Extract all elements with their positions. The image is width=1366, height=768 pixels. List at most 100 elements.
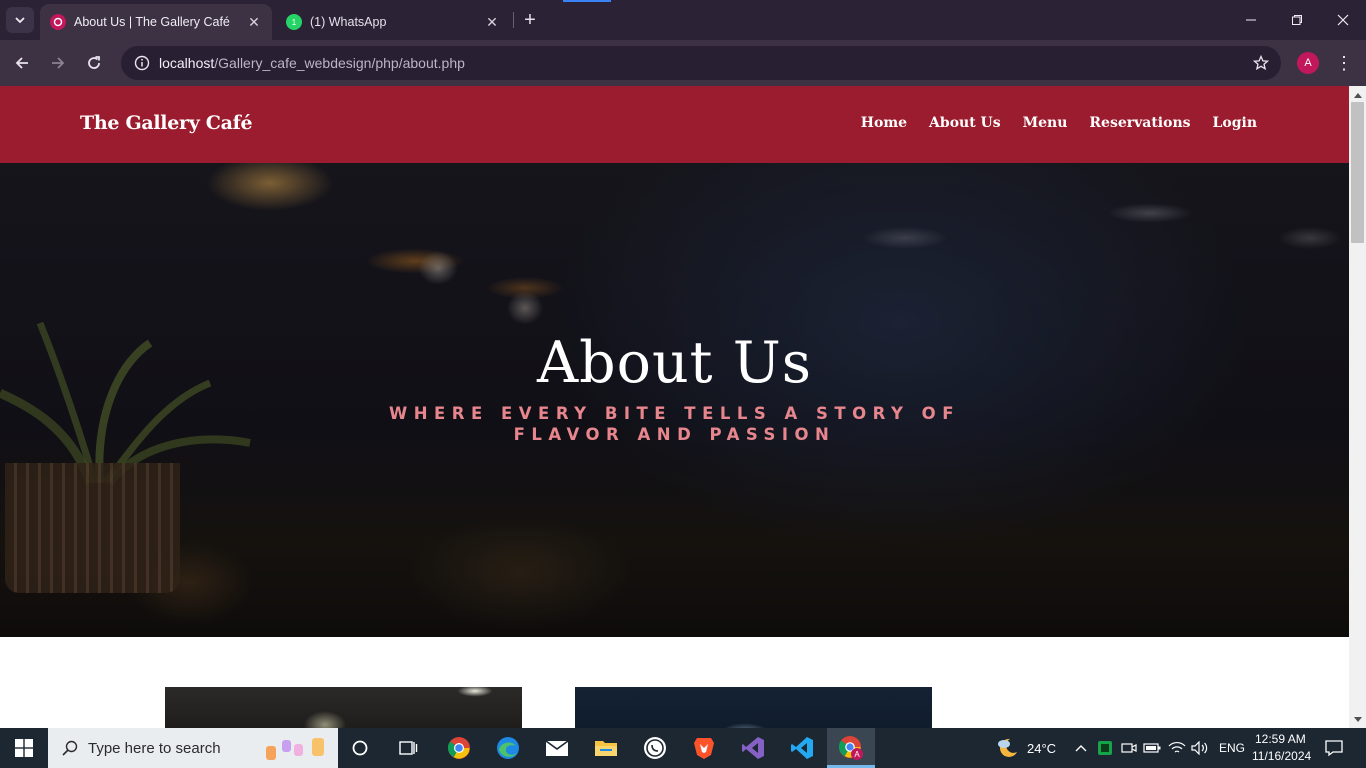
restore-icon	[1292, 15, 1302, 25]
close-icon	[1337, 14, 1349, 26]
cortana-button[interactable]	[345, 733, 375, 763]
action-center-button[interactable]	[1319, 733, 1349, 763]
weather-temperature[interactable]: 24°C	[1027, 741, 1056, 756]
tab-strip-accent	[563, 0, 611, 2]
whatsapp-icon	[644, 737, 666, 759]
taskbar-chrome[interactable]	[444, 733, 474, 763]
forward-button[interactable]	[44, 49, 72, 77]
close-tab-icon[interactable]: ✕	[484, 14, 500, 30]
search-placeholder: Type here to search	[88, 739, 221, 757]
windows-logo-icon	[15, 739, 33, 757]
restore-button[interactable]	[1274, 0, 1320, 40]
chrome-icon	[447, 737, 470, 759]
arrow-right-icon	[52, 57, 65, 69]
taskbar-visual-studio[interactable]	[738, 733, 768, 763]
reload-icon	[88, 56, 100, 69]
whatsapp-icon: 1	[286, 14, 302, 30]
back-button[interactable]	[8, 49, 36, 77]
taskbar-file-explorer[interactable]	[591, 733, 621, 763]
scroll-down-arrow-icon[interactable]	[1353, 715, 1362, 724]
wifi-icon	[1168, 742, 1186, 753]
about-image-2	[575, 687, 932, 728]
about-image-1	[165, 687, 522, 728]
hero-subtitle: WHERE EVERY BITE TELLS A STORY OF FLAVOR…	[389, 404, 960, 444]
task-view-icon	[399, 741, 418, 755]
chevron-up-icon	[1075, 745, 1087, 752]
close-window-button[interactable]	[1320, 0, 1366, 40]
url-host: localhost	[159, 55, 215, 71]
nav-home[interactable]: Home	[861, 115, 907, 131]
camera-icon	[1121, 743, 1137, 753]
browser-toolbar: localhost/Gallery_cafe_webdesign/php/abo…	[0, 40, 1366, 86]
start-button[interactable]	[0, 728, 48, 768]
page-scrollbar[interactable]	[1349, 86, 1366, 728]
search-highlight-lanterns-icon	[266, 738, 324, 760]
nav-about-us[interactable]: About Us	[929, 115, 1001, 131]
svg-text:1: 1	[292, 18, 297, 27]
reload-button[interactable]	[80, 49, 108, 77]
site-nav: Home About Us Menu Reservations Login	[861, 115, 1257, 131]
hero-content: About Us WHERE EVERY BITE TELLS A STORY …	[0, 331, 1349, 445]
weather-moon-cloud-icon	[998, 738, 1017, 757]
taskbar-search[interactable]: Type here to search	[48, 728, 338, 768]
taskbar-whatsapp[interactable]	[640, 733, 670, 763]
taskbar-chrome-profile[interactable]: A	[836, 733, 866, 763]
tab-separator	[513, 12, 514, 28]
task-view-button[interactable]	[393, 733, 423, 763]
search-icon	[62, 740, 78, 756]
green-app-tray-icon	[1098, 741, 1112, 755]
chevron-down-icon	[15, 17, 25, 24]
tab-about-us[interactable]: About Us | The Gallery Café ✕	[40, 4, 272, 40]
file-explorer-icon	[595, 741, 617, 756]
taskbar-brave[interactable]	[689, 733, 719, 763]
vscode-icon	[791, 737, 813, 759]
minimize-icon	[1246, 19, 1256, 21]
hero-banner: About Us WHERE EVERY BITE TELLS A STORY …	[0, 163, 1349, 637]
weather-widget[interactable]	[992, 733, 1022, 763]
site-info-icon[interactable]	[125, 55, 159, 71]
scrollbar-thumb[interactable]	[1351, 102, 1364, 243]
site-header: The Gallery Café Home About Us Menu Rese…	[0, 86, 1349, 163]
nav-login[interactable]: Login	[1213, 115, 1257, 131]
notification-icon	[1325, 740, 1343, 757]
nav-menu[interactable]: Menu	[1023, 115, 1068, 131]
site-brand-logo[interactable]: The Gallery Café	[80, 112, 253, 134]
url-path: /Gallery_cafe_webdesign/php/about.php	[214, 55, 465, 71]
speaker-icon	[1191, 741, 1208, 755]
arrow-left-icon	[15, 57, 28, 69]
clock-time[interactable]: 12:59 AM	[1255, 732, 1306, 746]
brave-icon	[694, 738, 714, 759]
tab-whatsapp[interactable]: 1 (1) WhatsApp ✕	[276, 4, 510, 40]
new-tab-button[interactable]: +	[518, 9, 542, 31]
language-indicator[interactable]: ENG	[1219, 741, 1245, 755]
address-bar[interactable]: localhost/Gallery_cafe_webdesign/php/abo…	[121, 46, 1281, 80]
tab-search-button[interactable]	[6, 7, 34, 33]
taskbar-mail[interactable]	[542, 733, 572, 763]
profile-avatar[interactable]: A	[1297, 52, 1319, 74]
volume-tray-button[interactable]	[1185, 733, 1215, 763]
bookmark-star-icon[interactable]	[1251, 53, 1271, 73]
gallery-cafe-favicon	[50, 14, 66, 30]
tab-title: (1) WhatsApp	[310, 15, 387, 29]
tab-title: About Us | The Gallery Café	[74, 15, 230, 29]
browser-menu-icon[interactable]: ⋮	[1334, 52, 1354, 74]
url-text: localhost/Gallery_cafe_webdesign/php/abo…	[159, 55, 465, 71]
svg-text:A: A	[854, 750, 860, 759]
scroll-up-arrow-icon[interactable]	[1353, 90, 1362, 99]
nav-reservations[interactable]: Reservations	[1089, 115, 1190, 131]
close-tab-icon[interactable]: ✕	[246, 14, 262, 30]
page-viewport: The Gallery Café Home About Us Menu Rese…	[0, 86, 1349, 728]
mail-icon	[545, 740, 569, 756]
clock-date[interactable]: 11/16/2024	[1252, 749, 1311, 763]
minimize-button[interactable]	[1228, 0, 1274, 40]
battery-icon	[1143, 743, 1161, 753]
taskbar-vscode[interactable]	[787, 733, 817, 763]
browser-tab-bar: About Us | The Gallery Café ✕ 1 (1) What…	[0, 0, 1366, 40]
chrome-profile-icon: A	[838, 736, 863, 760]
cortana-icon	[352, 740, 368, 756]
hero-title: About Us	[537, 330, 812, 396]
visual-studio-icon	[742, 737, 764, 759]
taskbar-edge[interactable]	[493, 733, 523, 763]
windows-taskbar: Type here to search A 24°C ENG 12:59 AM …	[0, 728, 1366, 768]
edge-icon	[497, 737, 519, 759]
